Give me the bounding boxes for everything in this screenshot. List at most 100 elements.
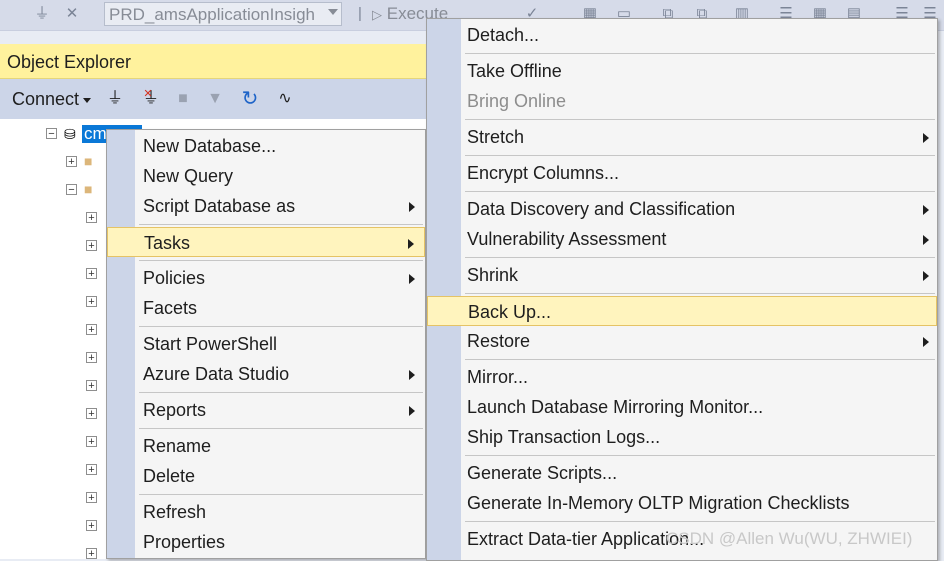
plug-icon[interactable]: ⏚	[104, 88, 126, 110]
menu-item-refresh[interactable]: Refresh	[107, 497, 425, 527]
menu-item-properties[interactable]: Properties	[107, 527, 425, 557]
expand-icon[interactable]: +	[86, 324, 97, 336]
menu-item-label: Vulnerability Assessment	[467, 229, 667, 249]
menu-item-shrink[interactable]: Shrink	[427, 260, 937, 290]
menu-item-label: Mirror...	[467, 367, 528, 387]
caret-down-icon	[83, 97, 92, 103]
menu-separator	[139, 494, 423, 495]
menu-item-label: Reports	[143, 400, 207, 420]
menu-item-restore[interactable]: Restore	[427, 326, 937, 356]
menu-item-label: Data Discovery and Classification	[467, 199, 736, 219]
database-selector[interactable]: PRD_amsApplicationInsigh	[104, 2, 342, 26]
menu-item-script-database-as[interactable]: Script Database as	[107, 191, 425, 221]
menu-item-encrypt-columns[interactable]: Encrypt Columns...	[427, 158, 937, 188]
expand-icon[interactable]: +	[86, 464, 97, 476]
menu-item-label: Facets	[143, 298, 198, 318]
expand-icon[interactable]: +	[86, 408, 97, 420]
menu-item-facets[interactable]: Facets	[107, 293, 425, 323]
expand-icon[interactable]: +	[86, 268, 97, 280]
expand-icon[interactable]: +	[86, 436, 97, 448]
collapse-icon[interactable]: −	[66, 184, 77, 196]
menu-item-generate-in-memory-oltp-migration-checklists[interactable]: Generate In-Memory OLTP Migration Checkl…	[427, 488, 937, 518]
menu-item-label: Refresh	[143, 502, 207, 522]
menu-item-policies[interactable]: Policies	[107, 263, 425, 293]
expand-icon[interactable]: +	[86, 212, 97, 224]
menu-separator	[465, 119, 935, 120]
menu-item-label: Azure Data Studio	[143, 364, 290, 384]
menu-item-reports[interactable]: Reports	[107, 395, 425, 425]
expand-icon[interactable]: +	[86, 240, 97, 252]
folder-icon: ■	[84, 181, 93, 197]
menu-item-ship-transaction-logs[interactable]: Ship Transaction Logs...	[427, 422, 937, 452]
menu-item-generate-scripts[interactable]: Generate Scripts...	[427, 458, 937, 488]
menu-separator	[465, 359, 935, 360]
selected-database-label: cm	[84, 124, 107, 143]
activity-monitor-icon[interactable]: ∿	[274, 88, 296, 110]
submenu-arrow-icon	[409, 370, 415, 380]
menu-item-rename[interactable]: Rename	[107, 431, 425, 461]
menu-item-delete[interactable]: Delete	[107, 461, 425, 491]
disconnect-x-icon: ✕	[143, 88, 153, 100]
expand-icon[interactable]: +	[86, 380, 97, 392]
menu-separator	[465, 155, 935, 156]
tasks-submenu: Detach... Take Offline Bring Online Stretch…	[426, 18, 938, 561]
menu-item-data-discovery-and-classification[interactable]: Data Discovery and Classification	[427, 194, 937, 224]
menu-item-label: Generate In-Memory OLTP Migration Checkl…	[467, 493, 850, 513]
menu-item-label: Generate Scripts...	[467, 463, 618, 483]
expand-icon[interactable]: +	[86, 492, 97, 504]
expand-icon[interactable]: +	[86, 296, 97, 308]
divider-icon: |	[358, 5, 362, 22]
menu-item-label: Detach...	[467, 25, 540, 45]
folder-icon: ■	[84, 153, 93, 169]
expand-icon[interactable]: +	[86, 520, 97, 532]
submenu-arrow-icon	[923, 205, 929, 215]
menu-item-label: Take Offline	[467, 61, 562, 81]
menu-item-back-up[interactable]: Back Up...	[427, 296, 937, 326]
submenu-arrow-icon	[409, 406, 415, 416]
menu-item-label: Policies	[143, 268, 206, 288]
menu-item-label: Ship Transaction Logs...	[467, 427, 661, 447]
menu-item-new-database[interactable]: New Database...	[107, 131, 425, 161]
expand-icon[interactable]: +	[86, 352, 97, 364]
menu-item-azure-data-studio[interactable]: Azure Data Studio	[107, 359, 425, 389]
menu-item-tasks[interactable]: Tasks	[107, 227, 425, 257]
refresh-icon[interactable]: ↻	[239, 88, 261, 110]
menu-item-label: Bring Online	[467, 91, 567, 111]
submenu-arrow-icon	[923, 271, 929, 281]
stop-icon[interactable]: ■	[172, 88, 194, 110]
menu-item-label: Shrink	[467, 265, 519, 285]
watermark: CSDN @Allen Wu(WU, ZHWIEI)	[666, 529, 913, 548]
chevron-down-icon	[328, 9, 338, 15]
menu-item-label: Encrypt Columns...	[467, 163, 620, 183]
submenu-arrow-icon	[923, 235, 929, 245]
menu-item-new-query[interactable]: New Query	[107, 161, 425, 191]
menu-item-label: Tasks	[144, 233, 191, 253]
menu-separator	[139, 326, 423, 327]
plug-icon[interactable]: ⏚	[30, 2, 54, 26]
menu-item-start-powershell[interactable]: Start PowerShell	[107, 329, 425, 359]
object-explorer-header: Object Explorer	[0, 44, 426, 79]
collapse-icon[interactable]: −	[46, 128, 57, 140]
menu-item-mirror[interactable]: Mirror...	[427, 362, 937, 392]
menu-separator	[139, 260, 423, 261]
expand-icon[interactable]: +	[86, 548, 97, 560]
connect-label: Connect	[12, 89, 80, 109]
menu-item-vulnerability-assessment[interactable]: Vulnerability Assessment	[427, 224, 937, 254]
play-icon: ▷	[372, 7, 382, 22]
menu-item-label: New Database...	[143, 136, 277, 156]
object-explorer-title: Object Explorer	[7, 52, 132, 72]
menu-item-launch-database-mirroring-monitor[interactable]: Launch Database Mirroring Monitor...	[427, 392, 937, 422]
expand-icon[interactable]: +	[66, 156, 77, 168]
menu-item-detach[interactable]: Detach...	[427, 20, 937, 50]
menu-separator	[139, 224, 423, 225]
connect-dropdown[interactable]: Connect	[12, 89, 92, 110]
menu-separator	[465, 455, 935, 456]
submenu-arrow-icon	[409, 202, 415, 212]
disconnect-icon[interactable]: ✕	[60, 2, 84, 26]
filter-icon[interactable]: ▼	[204, 88, 226, 110]
menu-separator	[465, 53, 935, 54]
menu-item-take-offline[interactable]: Take Offline	[427, 56, 937, 86]
menu-item-label: Back Up...	[468, 302, 552, 322]
menu-item-label: Restore	[467, 331, 531, 351]
menu-item-stretch[interactable]: Stretch	[427, 122, 937, 152]
